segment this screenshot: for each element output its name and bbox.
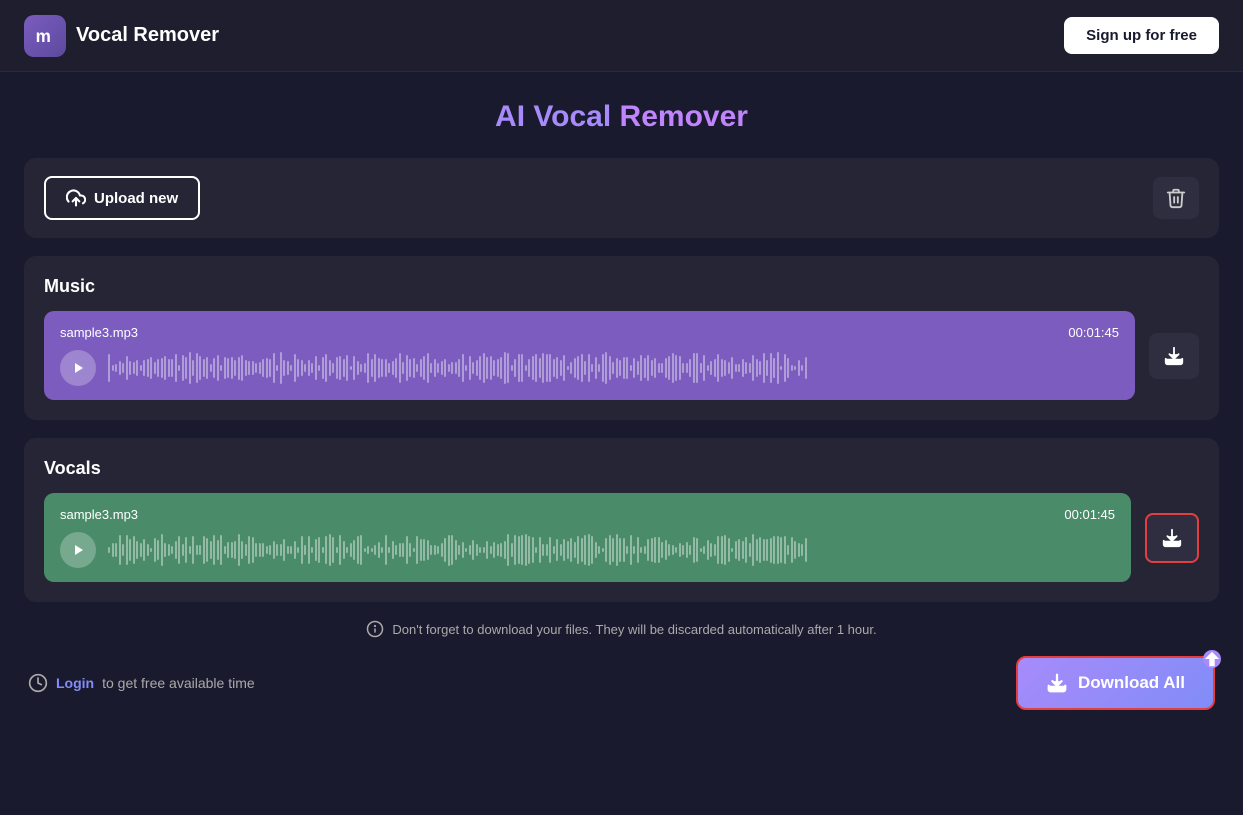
app-logo: m	[24, 15, 66, 57]
notice-text: Don't forget to download your files. The…	[392, 622, 876, 637]
main-content: AI Vocal Remover Upload new Music	[0, 72, 1243, 738]
vocals-player: sample3.mp3 00:01:45	[44, 493, 1131, 582]
vocals-download-button[interactable]	[1145, 513, 1199, 563]
upload-new-button[interactable]: Upload new	[44, 176, 200, 220]
vocals-filename: sample3.mp3	[60, 507, 138, 522]
svg-text:m: m	[36, 27, 51, 46]
info-icon	[366, 620, 384, 638]
music-track-row: sample3.mp3 00:01:45	[44, 311, 1199, 400]
play-icon	[70, 360, 86, 376]
header-logo-area: m Vocal Remover	[24, 15, 219, 57]
page-title: AI Vocal Remover	[24, 100, 1219, 134]
play-icon-vocals	[70, 542, 86, 558]
download-all-label: Download All	[1078, 673, 1185, 693]
upload-section: Upload new	[24, 158, 1219, 238]
login-area: Login to get free available time	[28, 673, 255, 693]
trash-icon	[1165, 187, 1187, 209]
music-section: Music sample3.mp3 00:01:45	[24, 256, 1219, 420]
delete-button[interactable]	[1153, 177, 1199, 219]
app-name: Vocal Remover	[76, 24, 219, 47]
vocals-controls	[60, 532, 1115, 568]
notice-bar: Don't forget to download your files. The…	[24, 620, 1219, 638]
music-track-info: sample3.mp3 00:01:45	[60, 325, 1119, 340]
vocals-waveform	[108, 532, 1115, 568]
vocals-track-row: sample3.mp3 00:01:45	[44, 493, 1199, 582]
download-all-icon	[1046, 672, 1068, 694]
music-label: Music	[44, 276, 1199, 297]
title-ai: AI Vocal	[495, 100, 611, 133]
music-download-button[interactable]	[1149, 333, 1199, 379]
vocals-section: Vocals sample3.mp3 00:01:45	[24, 438, 1219, 602]
music-filename: sample3.mp3	[60, 325, 138, 340]
music-player: sample3.mp3 00:01:45	[44, 311, 1135, 400]
vocals-track-info: sample3.mp3 00:01:45	[60, 507, 1115, 522]
music-waveform	[108, 350, 1119, 386]
app-header: m Vocal Remover Sign up for free	[0, 0, 1243, 72]
title-remover: Remover	[620, 100, 748, 133]
upload-icon	[66, 188, 86, 208]
badge-icon	[1203, 648, 1221, 670]
vocals-label: Vocals	[44, 458, 1199, 479]
download-icon	[1163, 345, 1185, 367]
vocals-play-button[interactable]	[60, 532, 96, 568]
login-link[interactable]: Login	[56, 675, 94, 691]
music-play-button[interactable]	[60, 350, 96, 386]
download-icon-vocals	[1161, 527, 1183, 549]
login-suffix: to get free available time	[102, 675, 255, 691]
signup-button[interactable]: Sign up for free	[1064, 17, 1219, 54]
download-all-button[interactable]: Download All	[1016, 656, 1215, 710]
corner-badge	[1203, 650, 1221, 668]
music-controls	[60, 350, 1119, 386]
vocals-duration: 00:01:45	[1064, 507, 1115, 522]
clock-icon	[28, 673, 48, 693]
bottom-bar: Login to get free available time Downloa…	[24, 656, 1219, 710]
music-duration: 00:01:45	[1068, 325, 1119, 340]
